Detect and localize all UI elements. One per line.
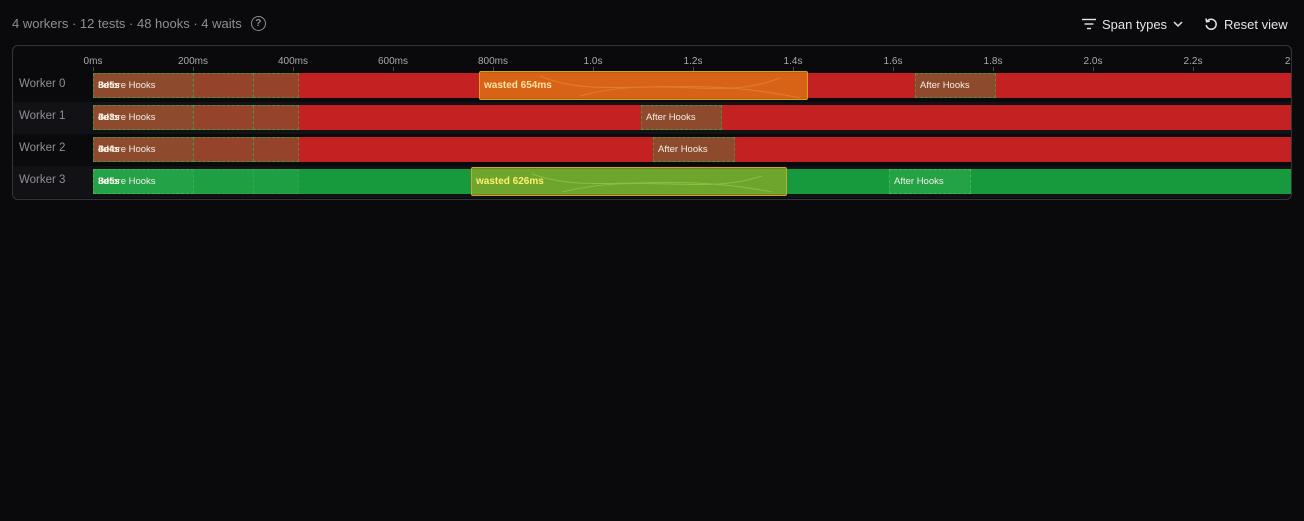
worker-row-2[interactable]: Worker 2 Before Hooks 4d4s After Hooks [13,134,1291,166]
axis-tick: 200ms [177,56,209,67]
worker-label: Worker 1 [19,110,66,122]
after-hooks-label: After Hooks [894,176,944,187]
after-hooks-span[interactable]: After Hooks [641,105,722,130]
axis-tick: 1.6s [883,56,903,67]
chevron-down-icon [1173,20,1183,28]
axis-tick: 1.4s [783,56,803,67]
hook-span[interactable] [193,169,254,194]
hook-span[interactable] [193,105,254,130]
worker-row-0[interactable]: Worker 0 Before Hooks 8d5s wasted 654ms … [13,70,1291,102]
wasted-span[interactable]: wasted 654ms [479,71,808,100]
hook-span[interactable] [253,169,299,194]
after-hooks-label: After Hooks [658,144,708,155]
overlap-duration-label: 4d4s [98,144,120,155]
hook-span[interactable] [193,137,254,162]
after-hooks-span[interactable]: After Hooks [915,73,996,98]
axis-tick: 1.8s [983,56,1003,67]
axis-tick: 400ms [277,56,309,67]
time-axis: 0ms 200ms 400ms 600ms 800ms 1.0s 1.2s 1.… [13,46,1291,71]
overlap-duration-label: 4d3s [98,112,120,123]
wasted-label: wasted 654ms [484,80,552,91]
wasted-label: wasted 626ms [476,176,544,187]
worker-label: Worker 3 [19,174,66,186]
axis-tick: 1.0s [583,56,603,67]
run-summary: 4 workers · 12 tests · 48 hooks · 4 wait… [12,16,266,31]
axis-tick: 0ms [83,56,103,67]
hook-span[interactable] [253,137,299,162]
overlap-duration-label: 8d5s [98,176,120,187]
axis-tick: 1.2s [683,56,703,67]
axis-tick: 600ms [377,56,409,67]
axis-tick: 2.0s [1083,56,1103,67]
toolbar: 4 workers · 12 tests · 48 hooks · 4 wait… [0,0,1304,46]
worker-label: Worker 2 [19,142,66,154]
span-types-button[interactable]: Span types [1082,15,1183,33]
reset-view-label: Reset view [1224,16,1288,32]
span-types-label: Span types [1102,16,1168,32]
reset-icon [1204,17,1218,31]
after-hooks-label: After Hooks [646,112,696,123]
worker-row-3[interactable]: Worker 3 Before Hooks 8d5s wasted 626ms … [13,166,1291,198]
worker-row-1[interactable]: Worker 1 Before Hooks 4d3s After Hooks [13,102,1291,134]
after-hooks-label: After Hooks [920,80,970,91]
worker-label: Worker 0 [19,78,66,90]
reset-view-button[interactable]: Reset view [1204,15,1288,33]
hook-span[interactable] [253,105,299,130]
axis-tick: 2.2s [1183,56,1203,67]
after-hooks-span[interactable]: After Hooks [653,137,735,162]
summary-text: 4 workers · 12 tests · 48 hooks · 4 wait… [12,16,242,31]
axis-tick: 2. [1284,56,1291,67]
help-icon[interactable]: ? [250,16,266,31]
after-hooks-span[interactable]: After Hooks [889,169,971,194]
hook-span[interactable] [253,73,299,98]
worker-timeline[interactable]: 0ms 200ms 400ms 600ms 800ms 1.0s 1.2s 1.… [12,45,1292,200]
overlap-duration-label: 8d5s [98,80,120,91]
filter-icon [1082,18,1096,30]
wasted-span[interactable]: wasted 626ms [471,167,787,196]
hook-span[interactable] [193,73,254,98]
axis-tick: 800ms [477,56,509,67]
